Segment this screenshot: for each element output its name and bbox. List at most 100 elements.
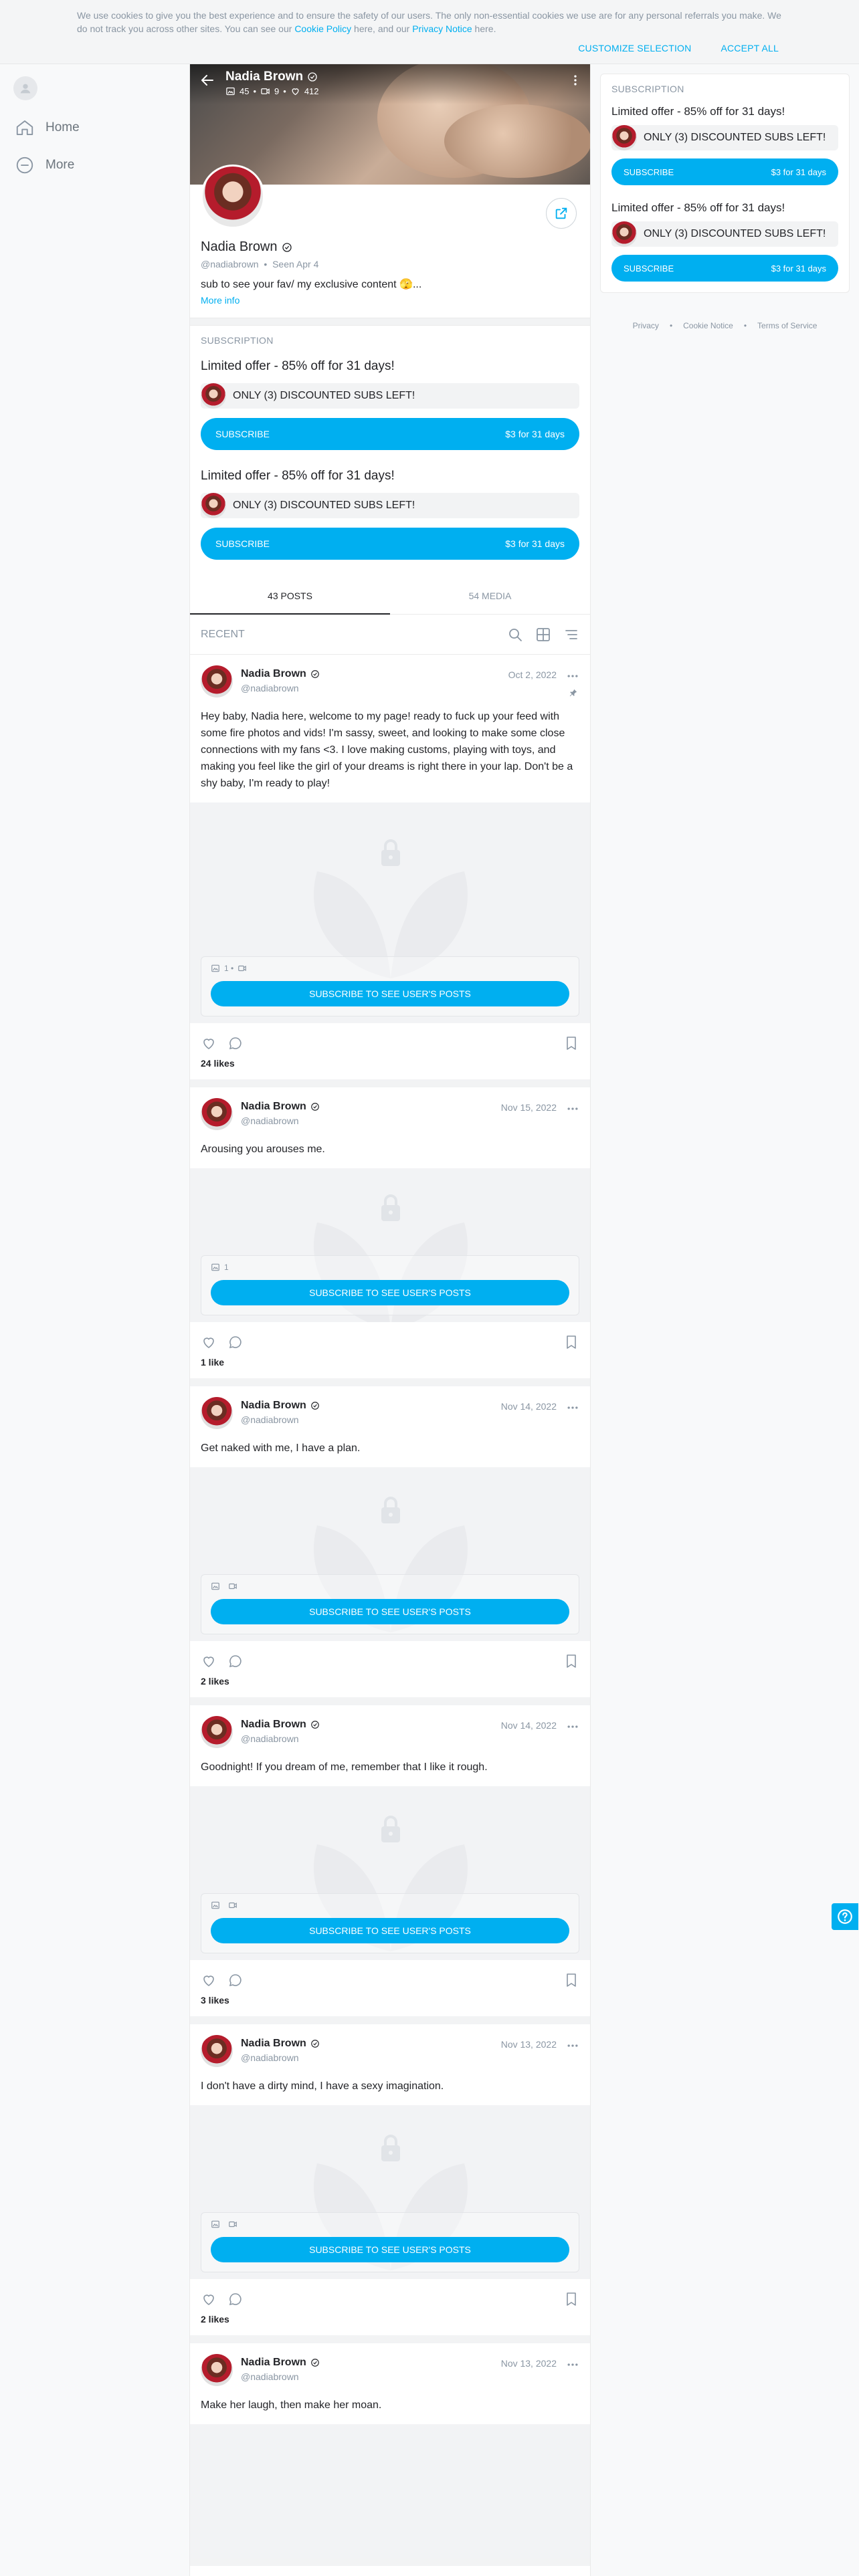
subscribe-label: SUBSCRIBE: [215, 538, 270, 549]
post-date[interactable]: Oct 2, 2022: [508, 669, 557, 680]
locked-media: Subscribe to see user's posts: [190, 1786, 590, 1960]
profile-avatar[interactable]: [201, 165, 265, 229]
post-likes[interactable]: 24 likes: [190, 1051, 590, 1079]
pin-icon: [569, 689, 577, 697]
back-arrow-icon[interactable]: [199, 72, 215, 88]
avatar[interactable]: [201, 1098, 233, 1130]
post-handle[interactable]: @nadiabrown: [241, 2371, 320, 2382]
sort-icon[interactable]: [563, 627, 579, 643]
like-icon[interactable]: [201, 1653, 217, 1669]
post-date[interactable]: Nov 14, 2022: [501, 1401, 557, 1412]
cookie-policy-link[interactable]: Cookie Policy: [294, 23, 351, 34]
recent-bar: Recent: [190, 615, 590, 655]
post-likes[interactable]: 1 like: [190, 1350, 590, 1378]
nav-more[interactable]: More: [15, 155, 74, 175]
search-icon[interactable]: [507, 627, 523, 643]
post-date[interactable]: Nov 13, 2022: [501, 2039, 557, 2050]
more-vertical-icon[interactable]: [569, 74, 582, 87]
terms-link[interactable]: Terms of Service: [757, 321, 817, 330]
post-date[interactable]: Nov 14, 2022: [501, 1720, 557, 1731]
comment-icon[interactable]: [227, 2291, 244, 2307]
offer-subs-left: ONLY (3) DISCOUNTED SUBS LEFT!: [201, 493, 579, 518]
cookie-notice-link[interactable]: Cookie Notice: [683, 321, 733, 330]
comment-icon[interactable]: [227, 1035, 244, 1051]
offer-subs-left: ONLY (3) DISCOUNTED SUBS LEFT!: [611, 125, 838, 150]
comment-icon[interactable]: [227, 1972, 244, 1988]
customize-selection-button[interactable]: Customize selection: [578, 43, 691, 53]
accept-all-button[interactable]: Accept all: [721, 43, 779, 53]
post-author[interactable]: Nadia Brown: [241, 668, 320, 680]
more-horizontal-icon[interactable]: [566, 2358, 579, 2371]
avatar[interactable]: [201, 2354, 233, 2386]
post-text: Arousing you arouses me.: [201, 1144, 325, 1155]
like-icon[interactable]: [201, 1334, 217, 1350]
media-count: [211, 1899, 569, 1911]
profile-bio: sub to see your fav/ my exclusive conten…: [201, 279, 422, 290]
post-handle[interactable]: @nadiabrown: [241, 1733, 320, 1744]
bookmark-icon[interactable]: [563, 1653, 579, 1669]
like-icon[interactable]: [201, 1035, 217, 1051]
more-horizontal-icon[interactable]: [566, 1102, 579, 1115]
nav-home[interactable]: Home: [15, 118, 80, 138]
subscribe-to-see-posts-button[interactable]: Subscribe to see user's posts: [211, 1280, 569, 1305]
comment-icon[interactable]: [227, 1334, 244, 1350]
like-icon[interactable]: [201, 1972, 217, 1988]
post-author[interactable]: Nadia Brown: [241, 2357, 320, 2369]
more-horizontal-icon[interactable]: [566, 1401, 579, 1414]
subscribe-button[interactable]: SUBSCRIBE $3 for 31 days: [611, 255, 838, 282]
subscribe-button[interactable]: SUBSCRIBE $3 for 31 days: [201, 418, 579, 450]
subscribe-button[interactable]: SUBSCRIBE $3 for 31 days: [201, 528, 579, 560]
subscribe-to-see-posts-button[interactable]: Subscribe to see user's posts: [211, 1918, 569, 1943]
privacy-link[interactable]: Privacy: [633, 321, 659, 330]
post-date[interactable]: Nov 15, 2022: [501, 1102, 557, 1113]
post-author[interactable]: Nadia Brown: [241, 1101, 320, 1113]
post-handle[interactable]: @nadiabrown: [241, 1414, 320, 1425]
lock-icon: [381, 2134, 400, 2161]
more-horizontal-icon[interactable]: [566, 2039, 579, 2052]
lock-box: Subscribe to see user's posts: [201, 1893, 579, 1953]
post-handle[interactable]: @nadiabrown: [241, 1115, 320, 1126]
tab-media[interactable]: 54 Media: [390, 577, 590, 614]
post-handle[interactable]: @nadiabrown: [241, 2052, 320, 2063]
post-likes[interactable]: 2 likes: [190, 2307, 590, 2335]
subscribe-to-see-posts-button[interactable]: Subscribe to see user's posts: [211, 2237, 569, 2262]
bookmark-icon[interactable]: [563, 2291, 579, 2307]
subscribe-button[interactable]: SUBSCRIBE $3 for 31 days: [611, 158, 838, 185]
privacy-notice-link[interactable]: Privacy Notice: [412, 23, 472, 34]
subscribe-to-see-posts-button[interactable]: Subscribe to see user's posts: [211, 981, 569, 1006]
post-author[interactable]: Nadia Brown: [241, 2038, 320, 2050]
post-handle[interactable]: @nadiabrown: [241, 683, 320, 693]
avatar[interactable]: [201, 1397, 233, 1429]
post-header: Nadia Brown @nadiabrown Nov 13, 2022: [190, 2024, 590, 2067]
footer-links: Privacy • Cookie Notice • Terms of Service: [632, 321, 818, 330]
home-icon: [16, 120, 33, 135]
avatar[interactable]: [201, 1716, 233, 1748]
more-info-link[interactable]: More info: [201, 295, 579, 306]
comment-icon[interactable]: [227, 1653, 244, 1669]
post-date[interactable]: Nov 13, 2022: [501, 2358, 557, 2369]
bookmark-icon[interactable]: [563, 1972, 579, 1988]
verified-icon: [310, 1103, 319, 1111]
offer-title: Limited offer - 85% off for 31 days!: [611, 105, 785, 118]
locked-media: 1 • Subscribe to see user's posts: [190, 802, 590, 1023]
video-icon: [229, 2221, 237, 2228]
tab-posts[interactable]: 43 Posts: [190, 577, 390, 615]
help-button[interactable]: [832, 1903, 858, 1930]
more-horizontal-icon[interactable]: [566, 1720, 579, 1733]
post-author[interactable]: Nadia Brown: [241, 1719, 320, 1731]
share-button[interactable]: [546, 198, 577, 229]
photo-icon: [211, 1582, 219, 1590]
grid-icon[interactable]: [535, 627, 551, 643]
user-avatar[interactable]: [13, 76, 37, 100]
like-icon[interactable]: [201, 2291, 217, 2307]
bookmark-icon[interactable]: [563, 1035, 579, 1051]
post-likes[interactable]: 2 likes: [190, 1669, 590, 1697]
post-author[interactable]: Nadia Brown: [241, 1400, 320, 1412]
profile-feed: Nadia Brown 45 • 9 • 412 Nadia Brown @nadi…: [189, 64, 591, 2576]
subscribe-to-see-posts-button[interactable]: Subscribe to see user's posts: [211, 1599, 569, 1624]
bookmark-icon[interactable]: [563, 1334, 579, 1350]
post-likes[interactable]: 3 likes: [190, 1988, 590, 2016]
avatar[interactable]: [201, 665, 233, 697]
more-horizontal-icon[interactable]: [566, 669, 579, 683]
avatar[interactable]: [201, 2035, 233, 2067]
